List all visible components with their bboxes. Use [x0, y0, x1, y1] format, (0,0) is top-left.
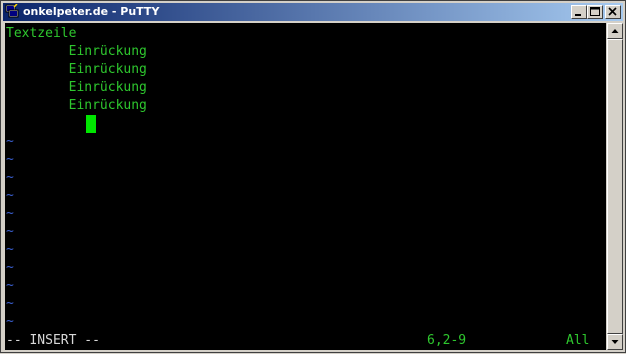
terminal-line: Textzeile	[6, 26, 77, 41]
maximize-button[interactable]	[587, 5, 603, 19]
empty-line-tilde: ~	[6, 278, 14, 293]
arrow-down-icon	[611, 340, 619, 344]
text-cursor	[86, 115, 96, 133]
empty-line-tilde: ~	[6, 314, 14, 329]
minimize-icon	[575, 14, 581, 16]
cursor-position: 6,2-9	[427, 333, 467, 348]
window-title: onkelpeter.de - PuTTY	[23, 5, 160, 18]
putty-icon[interactable]	[5, 3, 19, 18]
vim-mode-indicator: -- INSERT --	[6, 333, 100, 348]
scroll-position: All	[566, 333, 590, 348]
empty-line-tilde: ~	[6, 260, 14, 275]
empty-line-tilde: ~	[6, 296, 14, 311]
maximize-icon	[590, 7, 600, 16]
minimize-button[interactable]	[571, 5, 587, 19]
scrollbar-thumb[interactable]	[607, 39, 623, 334]
title-bar[interactable]: onkelpeter.de - PuTTY	[3, 3, 623, 21]
empty-line-tilde: ~	[6, 170, 14, 185]
arrow-up-icon	[611, 29, 619, 33]
terminal-line: Einrückung	[6, 62, 147, 77]
terminal-line: Einrückung	[6, 80, 147, 95]
empty-line-tilde: ~	[6, 224, 14, 239]
close-button[interactable]	[605, 5, 621, 19]
empty-line-tilde: ~	[6, 242, 14, 257]
scroll-up-button[interactable]	[607, 23, 623, 39]
terminal-screen[interactable]: Textzeile Einrückung Einrückung Einrücku…	[5, 23, 606, 350]
close-icon	[608, 7, 617, 16]
empty-line-tilde: ~	[6, 134, 14, 149]
putty-window: onkelpeter.de - PuTTY Textzeile Einrücku…	[0, 0, 626, 353]
empty-line-tilde: ~	[6, 152, 14, 167]
empty-line-tilde: ~	[6, 206, 14, 221]
empty-line-tilde: ~	[6, 188, 14, 203]
terminal-line: Einrückung	[6, 98, 147, 113]
scroll-down-button[interactable]	[607, 334, 623, 350]
terminal-line: Einrückung	[6, 44, 147, 59]
vertical-scrollbar[interactable]	[607, 23, 623, 350]
